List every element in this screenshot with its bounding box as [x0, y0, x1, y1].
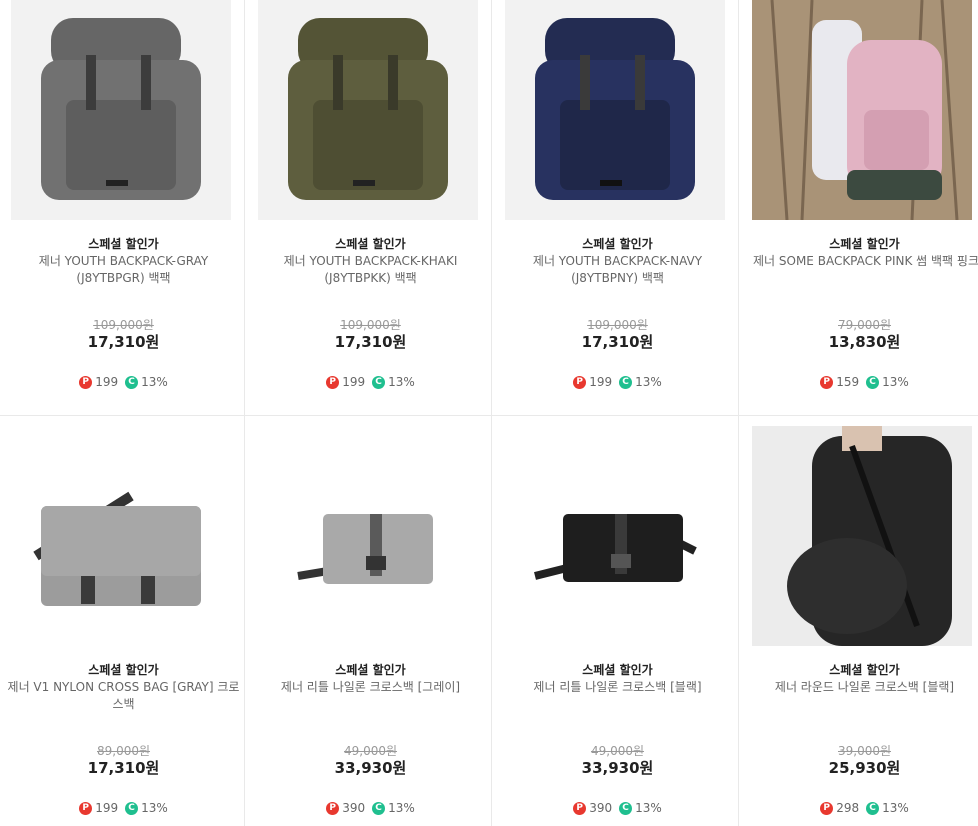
reward-info: P 159 C 13%	[741, 375, 978, 389]
pink-backpack-icon	[752, 0, 972, 220]
sale-price: 17,310원	[581, 333, 654, 351]
product-card[interactable]: 스페셜 할인가 제너 YOUTH BACKPACK-KHAKI (J8YTBPK…	[247, 0, 494, 415]
special-badge: 스페셜 할인가	[829, 237, 900, 251]
round-crossbag-icon	[787, 426, 952, 646]
point-icon: P	[326, 375, 340, 389]
product-image[interactable]	[505, 0, 725, 220]
product-name[interactable]: 제너 리틀 나일론 크로스백 [블랙]	[498, 679, 737, 696]
point-icon: P	[79, 801, 93, 815]
cash-icon: C	[372, 801, 386, 815]
sale-price: 13,830원	[828, 333, 901, 351]
product-image[interactable]	[752, 426, 972, 646]
reward-info: P 390 C 13%	[247, 801, 494, 815]
discount-rate: 13%	[635, 375, 662, 389]
point-value: 298	[836, 801, 860, 815]
product-image[interactable]	[258, 426, 478, 646]
khaki-backpack-icon	[288, 18, 448, 200]
discount-rate: 13%	[388, 375, 415, 389]
point-icon: P	[573, 375, 587, 389]
sale-price: 25,930원	[828, 759, 901, 777]
special-badge: 스페셜 할인가	[335, 237, 406, 251]
gray-crossbag-icon	[297, 514, 433, 584]
discount-rate: 13%	[388, 801, 415, 815]
point-value: 199	[95, 801, 119, 815]
discount-rate: 13%	[635, 801, 662, 815]
product-name[interactable]: 제너 SOME BACKPACK PINK 썸 백팩 핑크	[753, 253, 978, 270]
product-name[interactable]: 제너 리틀 나일론 크로스백 [그레이]	[251, 679, 490, 696]
product-name[interactable]: 제너 YOUTH BACKPACK-GRAY (J8YTBPGR) 백팩	[4, 253, 243, 287]
point-value: 199	[342, 375, 366, 389]
reward-info: P 298 C 13%	[741, 801, 978, 815]
product-image[interactable]	[505, 426, 725, 646]
special-badge: 스페셜 할인가	[829, 663, 900, 677]
special-badge: 스페셜 할인가	[582, 663, 653, 677]
cash-icon: C	[619, 375, 633, 389]
point-icon: P	[820, 375, 834, 389]
sale-price: 33,930원	[581, 759, 654, 777]
cash-icon: C	[619, 801, 633, 815]
gray-backpack-icon	[41, 18, 201, 200]
reward-info: P 199 C 13%	[0, 801, 247, 815]
discount-rate: 13%	[141, 801, 168, 815]
product-image[interactable]	[752, 0, 972, 220]
gray-messenger-bag-icon	[33, 491, 201, 606]
cash-icon: C	[372, 375, 386, 389]
product-card[interactable]: 스페셜 할인가 제너 리틀 나일론 크로스백 [블랙] 49,000원 33,9…	[494, 426, 741, 826]
point-value: 390	[342, 801, 366, 815]
reward-info: P 199 C 13%	[0, 375, 247, 389]
product-card[interactable]: 스페셜 할인가 제너 V1 NYLON CROSS BAG [GRAY] 크로스…	[0, 426, 247, 826]
product-card[interactable]: 스페셜 할인가 제너 라운드 나일론 크로스백 [블랙] 39,000원 25,…	[741, 426, 978, 826]
product-card[interactable]: 스페셜 할인가 제너 리틀 나일론 크로스백 [그레이] 49,000원 33,…	[247, 426, 494, 826]
point-value: 199	[589, 375, 613, 389]
special-badge: 스페셜 할인가	[335, 663, 406, 677]
discount-rate: 13%	[882, 801, 909, 815]
cash-icon: C	[125, 375, 139, 389]
point-icon: P	[79, 375, 93, 389]
product-card[interactable]: 스페셜 할인가 제너 YOUTH BACKPACK-GRAY (J8YTBPGR…	[0, 0, 247, 415]
product-name[interactable]: 제너 V1 NYLON CROSS BAG [GRAY] 크로스백	[4, 679, 243, 713]
product-grid: 스페셜 할인가 제너 YOUTH BACKPACK-GRAY (J8YTBPGR…	[0, 0, 978, 826]
point-value: 199	[95, 375, 119, 389]
product-name[interactable]: 제너 YOUTH BACKPACK-NAVY (J8YTBPNY) 백팩	[498, 253, 737, 287]
special-badge: 스페셜 할인가	[582, 237, 653, 251]
product-name[interactable]: 제너 YOUTH BACKPACK-KHAKI (J8YTBPKK) 백팩	[251, 253, 490, 287]
sale-price: 17,310원	[87, 759, 160, 777]
point-icon: P	[326, 801, 340, 815]
product-name[interactable]: 제너 라운드 나일론 크로스백 [블랙]	[745, 679, 978, 696]
point-icon: P	[820, 801, 834, 815]
point-value: 390	[589, 801, 613, 815]
cash-icon: C	[125, 801, 139, 815]
product-image[interactable]	[11, 0, 231, 220]
special-badge: 스페셜 할인가	[88, 237, 159, 251]
divider	[0, 415, 978, 416]
product-card[interactable]: 스페셜 할인가 제너 SOME BACKPACK PINK 썸 백팩 핑크 79…	[741, 0, 978, 415]
sale-price: 33,930원	[334, 759, 407, 777]
product-image[interactable]	[258, 0, 478, 220]
black-crossbag-icon	[534, 514, 697, 582]
special-badge: 스페셜 할인가	[88, 663, 159, 677]
product-image[interactable]	[11, 426, 231, 646]
reward-info: P 199 C 13%	[494, 375, 741, 389]
sale-price: 17,310원	[334, 333, 407, 351]
product-card[interactable]: 스페셜 할인가 제너 YOUTH BACKPACK-NAVY (J8YTBPNY…	[494, 0, 741, 415]
reward-info: P 390 C 13%	[494, 801, 741, 815]
cash-icon: C	[866, 801, 880, 815]
sale-price: 17,310원	[87, 333, 160, 351]
discount-rate: 13%	[882, 375, 909, 389]
point-icon: P	[573, 801, 587, 815]
discount-rate: 13%	[141, 375, 168, 389]
reward-info: P 199 C 13%	[247, 375, 494, 389]
cash-icon: C	[866, 375, 880, 389]
navy-backpack-icon	[535, 18, 695, 200]
point-value: 159	[836, 375, 860, 389]
